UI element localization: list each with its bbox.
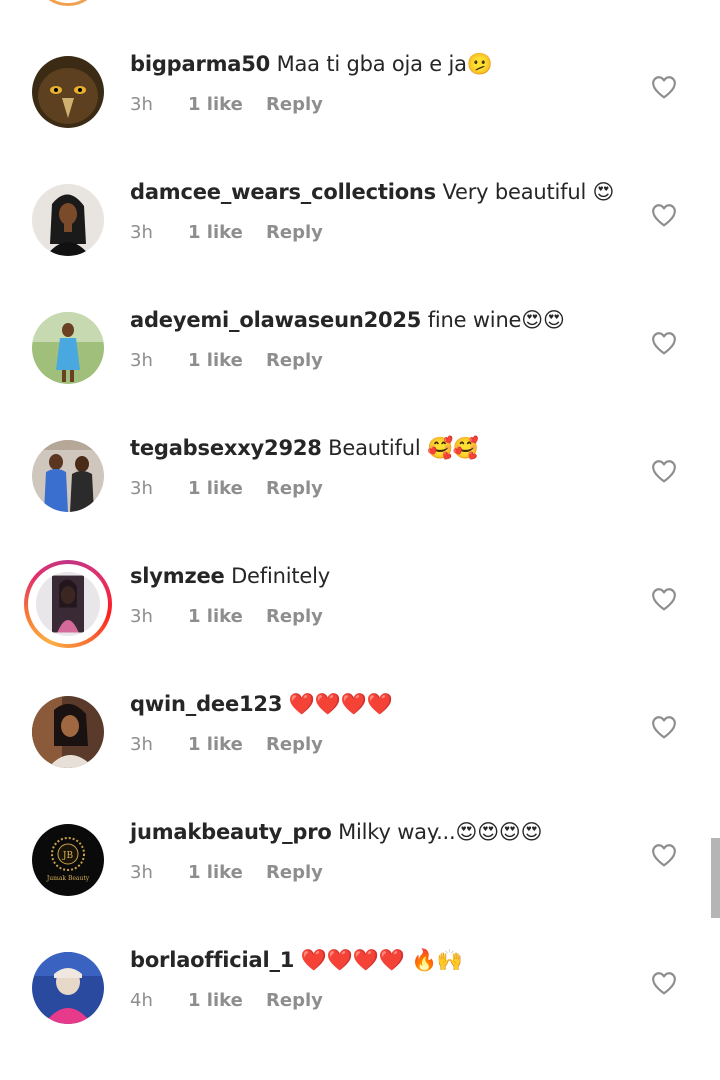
comment-time: 3h	[130, 862, 153, 883]
comment-meta: 3h 1 like Reply	[130, 222, 323, 243]
like-count[interactable]: 1 like	[188, 478, 266, 499]
heart-outline-icon[interactable]	[651, 459, 677, 483]
comment-meta: 4h 1 like Reply	[130, 990, 323, 1011]
comment-text: Very beautiful 😍	[442, 180, 615, 204]
comment-item: damcee_wears_collections Very beautiful …	[0, 180, 720, 312]
comment-text-line: qwin_dee123 ❤️❤️❤️❤️	[130, 692, 393, 717]
avatar[interactable]	[32, 440, 104, 512]
scrollbar-thumb[interactable]	[711, 838, 720, 918]
comment-time: 3h	[130, 94, 153, 115]
like-count[interactable]: 1 like	[188, 990, 266, 1011]
heart-outline-icon[interactable]	[651, 331, 677, 355]
child-pink-avatar-image	[32, 952, 104, 1024]
reply-button[interactable]: Reply	[266, 350, 323, 371]
comment-text-line: tegabsexxy2928 Beautiful 🥰🥰	[130, 436, 479, 461]
comment-item: borlaofficial_1 ❤️❤️❤️❤️ 🔥🙌 4h 1 like Repl…	[0, 948, 720, 1080]
comment-text: Maa ti gba oja e ja🫤	[276, 52, 493, 76]
comment-time: 3h	[130, 350, 153, 371]
reply-button[interactable]: Reply	[266, 478, 323, 499]
username-link[interactable]: slymzee	[130, 564, 225, 588]
comment-time: 3h	[130, 222, 153, 243]
comment-time: 3h	[130, 734, 153, 755]
comment-time: 3h	[130, 478, 153, 499]
avatar[interactable]	[32, 952, 104, 1024]
woman-portrait-avatar-image	[32, 696, 104, 768]
previous-avatar-ring	[34, 0, 102, 6]
comment-text: Definitely	[231, 564, 330, 588]
svg-text:JB: JB	[62, 851, 74, 861]
comment-meta: 3h 1 like Reply	[130, 94, 323, 115]
woman-blue-dress-avatar-image	[32, 312, 104, 384]
comment-text-line: damcee_wears_collections Very beautiful …	[130, 180, 614, 204]
comment-text: Beautiful 🥰🥰	[328, 436, 479, 460]
username-link[interactable]: tegabsexxy2928	[130, 436, 322, 460]
logo-text: Jumak Beauty	[46, 875, 90, 882]
heart-outline-icon[interactable]	[651, 843, 677, 867]
comment-item: bigparma50 Maa ti gba oja e ja🫤 3h 1 like…	[0, 52, 720, 184]
heart-outline-icon[interactable]	[651, 971, 677, 995]
heart-outline-icon[interactable]	[651, 587, 677, 611]
heart-outline-icon[interactable]	[651, 203, 677, 227]
comment-meta: 3h 1 like Reply	[130, 734, 323, 755]
avatar[interactable]	[24, 560, 112, 648]
comment-text-line: adeyemi_olawaseun2025 fine wine😍😍	[130, 308, 565, 332]
comment-text: ❤️❤️❤️❤️	[288, 692, 393, 716]
comment-meta: 3h 1 like Reply	[130, 350, 323, 371]
username-link[interactable]: adeyemi_olawaseun2025	[130, 308, 421, 332]
comment-text-line: bigparma50 Maa ti gba oja e ja🫤	[130, 52, 493, 77]
comment-time: 3h	[130, 606, 153, 627]
woman-selfie-avatar-image	[36, 572, 100, 636]
avatar[interactable]	[32, 56, 104, 128]
comment-item: adeyemi_olawaseun2025 fine wine😍😍 3h 1 li…	[0, 308, 720, 440]
comment-item: qwin_dee123 ❤️❤️❤️❤️ 3h 1 like Reply	[0, 692, 720, 824]
reply-button[interactable]: Reply	[266, 990, 323, 1011]
avatar[interactable]	[32, 312, 104, 384]
comment-item: slymzee Definitely 3h 1 like Reply	[0, 560, 720, 696]
avatar[interactable]	[32, 696, 104, 768]
reply-button[interactable]: Reply	[266, 862, 323, 883]
woman-black-dress-avatar-image	[32, 184, 104, 256]
username-link[interactable]: borlaofficial_1	[130, 948, 294, 972]
heart-outline-icon[interactable]	[651, 715, 677, 739]
heart-outline-icon[interactable]	[651, 75, 677, 99]
username-link[interactable]: qwin_dee123	[130, 692, 282, 716]
comment-meta: 3h 1 like Reply	[130, 478, 323, 499]
like-count[interactable]: 1 like	[188, 94, 266, 115]
comment-text: Milky way...😍😍😍😍	[338, 820, 543, 844]
eagle-avatar-image	[32, 56, 104, 128]
comment-text: ❤️❤️❤️❤️ 🔥🙌	[300, 948, 463, 972]
username-link[interactable]: bigparma50	[130, 52, 270, 76]
like-count[interactable]: 1 like	[188, 862, 266, 883]
group-avatar-image	[32, 440, 104, 512]
comment-meta: 3h 1 like Reply	[130, 606, 323, 627]
gold-logo-avatar-image: JB Jumak Beauty	[32, 824, 104, 896]
comment-text-line: slymzee Definitely	[130, 564, 330, 588]
like-count[interactable]: 1 like	[188, 222, 266, 243]
comment-text-line: jumakbeauty_pro Milky way...😍😍😍😍	[130, 820, 542, 844]
like-count[interactable]: 1 like	[188, 734, 266, 755]
username-link[interactable]: damcee_wears_collections	[130, 180, 436, 204]
username-link[interactable]: jumakbeauty_pro	[130, 820, 332, 844]
avatar[interactable]: JB Jumak Beauty	[32, 824, 104, 896]
reply-button[interactable]: Reply	[266, 734, 323, 755]
reply-button[interactable]: Reply	[266, 606, 323, 627]
reply-button[interactable]: Reply	[266, 94, 323, 115]
comment-meta: 3h 1 like Reply	[130, 862, 323, 883]
like-count[interactable]: 1 like	[188, 350, 266, 371]
avatar[interactable]	[32, 184, 104, 256]
like-count[interactable]: 1 like	[188, 606, 266, 627]
comment-text-line: borlaofficial_1 ❤️❤️❤️❤️ 🔥🙌	[130, 948, 463, 973]
comment-item: JB Jumak Beauty jumakbeauty_pro Milky wa…	[0, 820, 720, 952]
comment-item: tegabsexxy2928 Beautiful 🥰🥰 3h 1 like Repl…	[0, 436, 720, 568]
reply-button[interactable]: Reply	[266, 222, 323, 243]
comment-time: 4h	[130, 990, 153, 1011]
comment-text: fine wine😍😍	[427, 308, 565, 332]
